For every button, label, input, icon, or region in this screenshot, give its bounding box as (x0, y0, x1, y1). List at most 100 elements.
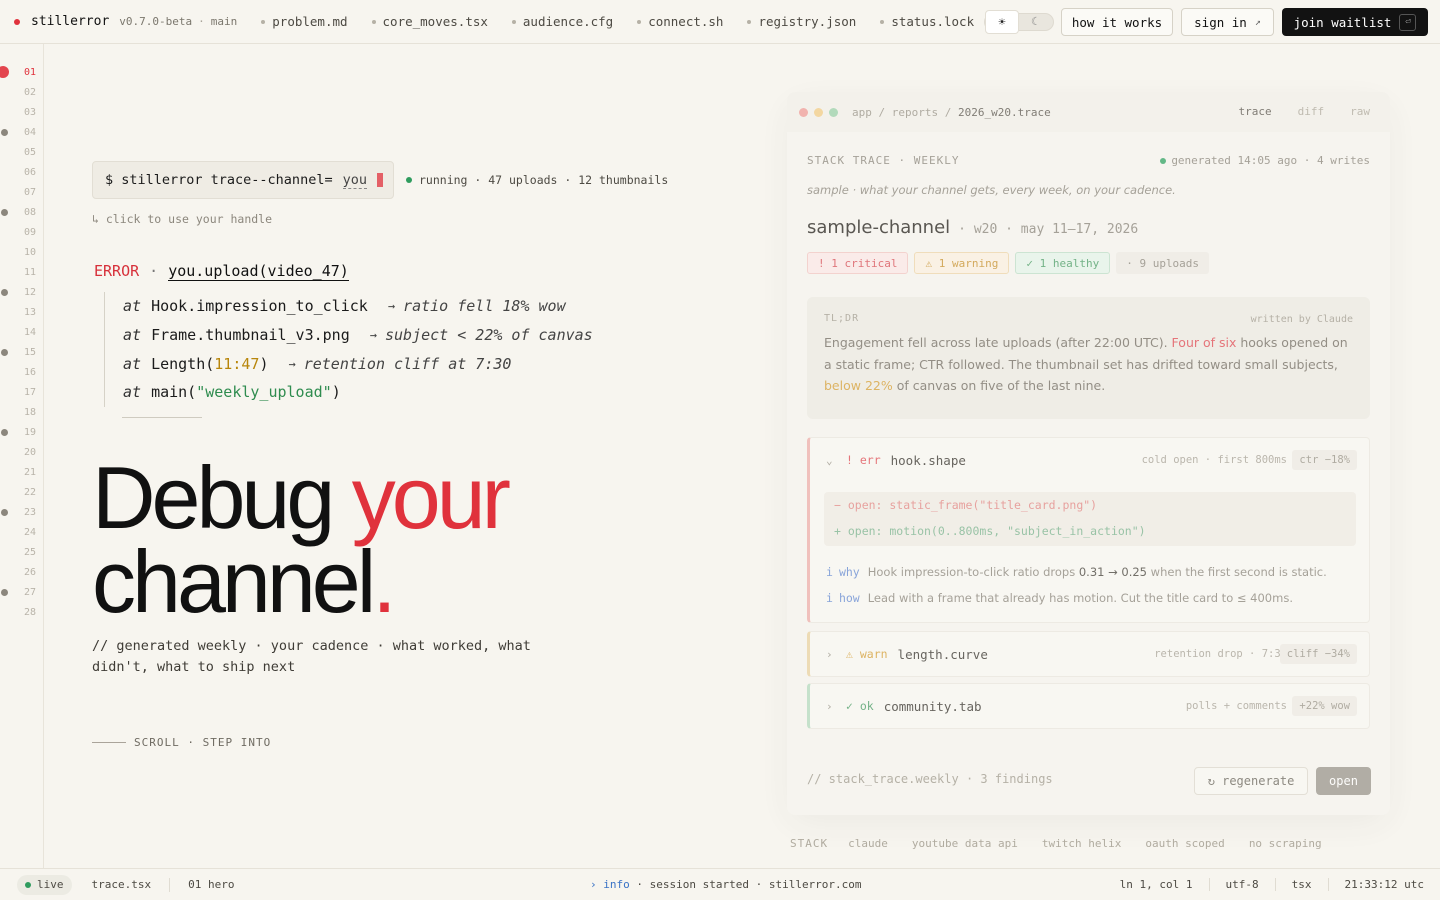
finding-level-warn: ⚠ warn (846, 647, 888, 661)
scroll-hint[interactable]: SCROLL · STEP INTO (92, 736, 271, 749)
chevron-down-icon[interactable]: ⌄ (826, 454, 846, 467)
status-file[interactable]: trace.tsx (74, 877, 171, 892)
uploads-badge: · 9 uploads (1116, 252, 1210, 274)
trace-member: thumbnail_v3.png (205, 326, 350, 345)
tldr-highlight-red: Four of six (1171, 335, 1237, 350)
card-body: STACK TRACE · WEEKLY generated 14:05 ago… (787, 132, 1390, 815)
line-number: 16 (23, 367, 36, 378)
sign-in-button[interactable]: sign in ↗ (1181, 8, 1274, 36)
brand[interactable]: stillerror v0.7.0-beta · main (0, 14, 237, 29)
status-clock: 21:33:12 utc (1327, 878, 1440, 891)
tab-audience[interactable]: audience.cfg (511, 14, 613, 29)
command-handle[interactable]: you (342, 172, 367, 189)
finding-hook-shape[interactable]: ⌄ ! err hook.shape cold open · first 800… (807, 437, 1370, 623)
stack-item: twitch helix (1041, 837, 1122, 850)
command-input[interactable]: $ stillerror trace--channel= you (92, 161, 394, 199)
sign-label: sign in (1194, 14, 1247, 30)
trace-number: 11:47 (214, 354, 260, 373)
how-label: how it works (1071, 14, 1163, 30)
tab-core-moves[interactable]: core_moves.tsx (371, 14, 488, 29)
tab-dot-icon (371, 19, 376, 24)
finding-meta: polls + comments (1185, 700, 1287, 712)
crumb-reports[interactable]: reports (892, 106, 938, 119)
card-header: app / reports / 2026_w20.trace trace dif… (787, 92, 1390, 132)
breakpoint-dot-icon[interactable] (1, 349, 8, 356)
status-section: 01 hero (188, 878, 235, 891)
line-number: 25 (23, 547, 36, 558)
channel-heading: sample-channel · w20 · may 11–17, 2026 (807, 217, 1138, 238)
line-number: 20 (23, 447, 36, 458)
crumb-app[interactable]: app (852, 106, 872, 119)
tab-dot-icon (747, 19, 752, 24)
error-word: ERROR (94, 262, 140, 280)
tab-diff[interactable]: diff (1298, 105, 1325, 118)
finding-header[interactable]: › ⚠ warn length.curve retention drop · 7… (810, 632, 1369, 676)
running-dot-icon (406, 177, 412, 183)
breakpoint-dot-icon[interactable] (1, 589, 8, 596)
line-gutter: 01 02 03 04 05 06 07 08 09 10 11 12 13 14 15 16 17 18 19 20… (0, 44, 44, 868)
open-button[interactable]: open (1316, 767, 1371, 795)
chevron-right-icon[interactable]: › (826, 700, 846, 713)
stack-item: claude (848, 837, 888, 850)
breakpoint-dot-icon[interactable] (1, 129, 8, 136)
join-label: join waitlist (1293, 14, 1392, 30)
tab-connect[interactable]: connect.sh (637, 14, 723, 29)
crumb-current: 2026_w20.trace (957, 105, 1051, 119)
tab-dot-icon (511, 19, 516, 24)
channel-meta: · w20 · may 11–17, 2026 (958, 222, 1139, 237)
breakpoint-dot-icon[interactable] (1, 429, 8, 436)
how-key: how (838, 591, 860, 605)
trace-at: at (123, 383, 142, 402)
top-bar: stillerror v0.7.0-beta · main problem.md… (0, 0, 1440, 44)
enter-key-icon: ⏎ (1399, 13, 1417, 31)
line-number: 21 (23, 467, 36, 478)
status-encoding[interactable]: utf-8 (1208, 878, 1275, 891)
chevron-right-icon[interactable]: › (826, 648, 846, 661)
brand-branch: main (210, 15, 238, 28)
stack-item: no scraping (1248, 837, 1322, 850)
breakpoint-dot-icon[interactable] (1, 289, 8, 296)
info-icon: i (826, 591, 833, 605)
line-number: 22 (23, 487, 36, 498)
status-cursor-pos: ln 1, col 1 (1119, 878, 1193, 891)
trace-divider (122, 417, 202, 418)
join-waitlist-button[interactable]: join waitlist ⏎ (1282, 8, 1428, 36)
line-number: 26 (23, 567, 36, 578)
tab-status[interactable]: status.lock (880, 14, 974, 29)
finding-meta: retention drop · 7:30 (1154, 648, 1287, 660)
tab-trace[interactable]: trace (1239, 105, 1272, 118)
theme-toggle[interactable]: ☀ ☾ (984, 10, 1054, 34)
breakpoint-dot-icon[interactable] (1, 209, 8, 216)
finding-header[interactable]: ⌄ ! err hook.shape cold open · first 800… (810, 438, 1369, 482)
tab-label: core_moves.tsx (382, 14, 488, 29)
finding-length-curve[interactable]: › ⚠ warn length.curve retention drop · 7… (807, 631, 1370, 677)
line-number: 28 (23, 607, 36, 618)
status-language[interactable]: tsx (1274, 878, 1328, 891)
headline-word: channel (92, 532, 376, 631)
generated-status: generated 14:05 ago · 4 writes (1160, 154, 1370, 167)
running-text: running · 47 uploads · 12 thumbnails (419, 173, 669, 187)
trace-note: ratio fell 18% wow (403, 297, 566, 316)
regenerate-button[interactable]: ↻ regenerate (1194, 767, 1308, 795)
hero-subtitle: // generated weekly · your cadence · wha… (92, 638, 531, 675)
tab-label: problem.md (272, 14, 348, 29)
finding-community-tab[interactable]: › ✓ ok community.tab polls + comments +2… (807, 683, 1370, 729)
status-info-text: · session started · stillerror.com (636, 878, 862, 891)
tab-problem[interactable]: problem.md (261, 14, 348, 29)
warning-badge[interactable]: ⚠ 1 warning (914, 252, 1010, 274)
finding-header[interactable]: › ✓ ok community.tab polls + comments +2… (810, 684, 1369, 728)
tab-registry[interactable]: registry.json (747, 14, 856, 29)
code-diff: − open: static_frame("title_card.png") +… (824, 492, 1356, 546)
breakpoint-dot-icon[interactable] (1, 509, 8, 516)
healthy-badge[interactable]: ✓ 1 healthy (1015, 252, 1111, 274)
why-values: 0.31 → 0.25 (1078, 565, 1148, 579)
sun-icon: ☀ (985, 10, 1019, 34)
close-dot-icon (799, 107, 808, 117)
generated-dot-icon (1160, 157, 1167, 164)
tab-raw[interactable]: raw (1350, 105, 1370, 118)
critical-badge[interactable]: ! 1 critical (807, 252, 909, 274)
line-number: 13 (23, 307, 36, 318)
why-text: Hook impression-to-click ratio drops (867, 565, 1079, 579)
finding-name: length.curve (897, 646, 988, 662)
how-it-works-button[interactable]: how it works (1061, 8, 1173, 36)
